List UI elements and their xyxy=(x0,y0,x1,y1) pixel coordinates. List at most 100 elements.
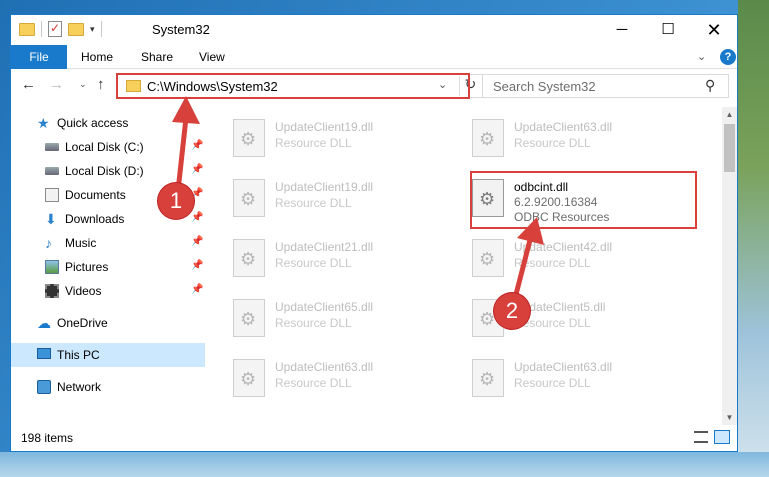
quick-access-toolbar: ▾ xyxy=(19,21,102,37)
sidebar-item-local-disk-d[interactable]: Local Disk (D:) 📌 xyxy=(11,159,205,183)
file-name: UpdateClient19.dll xyxy=(275,180,374,194)
sidebar-item-label: Quick access xyxy=(57,116,129,130)
sidebar-item-label: Documents xyxy=(65,188,126,202)
help-icon[interactable]: ? xyxy=(720,49,736,65)
title-bar: ▾ System32 ─ ☐ ✕ xyxy=(11,15,737,45)
status-bar: 198 items xyxy=(11,425,737,451)
pin-icon[interactable]: 📌 xyxy=(191,236,203,247)
up-button[interactable]: ↑ xyxy=(97,76,105,93)
documents-icon xyxy=(45,188,59,202)
dll-file-icon xyxy=(233,239,265,277)
tab-home[interactable]: Home xyxy=(81,45,113,69)
step-1-callout: 1 xyxy=(158,183,194,219)
recent-locations-chevron-icon[interactable]: ⌄ xyxy=(79,79,87,90)
search-box[interactable]: Search System32 ⚲ xyxy=(482,74,729,98)
close-button[interactable]: ✕ xyxy=(691,15,737,45)
tab-file[interactable]: File xyxy=(11,45,67,69)
toolbar-divider xyxy=(100,21,102,37)
file-item[interactable]: UpdateClient63.dll Resource DLL xyxy=(464,353,684,403)
dll-file-icon xyxy=(233,179,265,217)
videos-icon xyxy=(45,284,59,298)
file-item[interactable]: UpdateClient19.dll Resource DLL xyxy=(225,113,445,163)
download-icon: ⬇ xyxy=(45,211,57,227)
file-type: Resource DLL xyxy=(275,136,352,150)
maximize-button[interactable]: ☐ xyxy=(645,15,691,45)
sidebar-item-network[interactable]: Network xyxy=(11,375,205,399)
file-item[interactable]: UpdateClient19.dll Resource DLL xyxy=(225,173,445,223)
sidebar-item-label: Videos xyxy=(65,284,102,298)
sidebar-item-label: Music xyxy=(65,236,97,250)
file-type: Resource DLL xyxy=(275,376,352,390)
file-item[interactable]: UpdateClient65.dll Resource DLL xyxy=(225,293,445,343)
file-type: Resource DLL xyxy=(275,316,352,330)
navigation-pane: ★ Quick access Local Disk (C:) 📌 Local D… xyxy=(11,107,208,425)
dll-file-icon xyxy=(472,359,504,397)
file-name: UpdateClient63.dll xyxy=(514,360,613,374)
file-name: UpdateClient42.dll xyxy=(514,240,613,254)
sidebar-item-onedrive[interactable]: ☁ OneDrive xyxy=(11,311,205,335)
search-icon[interactable]: ⚲ xyxy=(705,77,715,94)
pin-icon[interactable]: 📌 xyxy=(191,212,203,223)
sidebar-item-label: Downloads xyxy=(65,212,125,226)
tab-view[interactable]: View xyxy=(199,45,225,69)
file-highlight-box xyxy=(470,171,697,229)
file-name: UpdateClient65.dll xyxy=(275,300,374,314)
dll-file-icon xyxy=(472,119,504,157)
minimize-button[interactable]: ─ xyxy=(599,15,645,45)
tab-share[interactable]: Share xyxy=(141,45,173,69)
ribbon-tabs: File Home Share View ⌄ ? xyxy=(11,45,737,69)
pin-icon[interactable]: 📌 xyxy=(191,284,203,295)
computer-icon xyxy=(37,348,51,359)
network-icon xyxy=(37,380,51,394)
file-type: Resource DLL xyxy=(514,256,591,270)
expand-ribbon-chevron-icon[interactable]: ⌄ xyxy=(697,50,706,63)
file-name: UpdateClient21.dll xyxy=(275,240,374,254)
dll-file-icon xyxy=(233,119,265,157)
star-icon: ★ xyxy=(37,115,50,131)
sidebar-item-music[interactable]: ♪ Music 📌 xyxy=(11,231,205,255)
search-input[interactable]: Search System32 xyxy=(493,79,596,94)
vertical-scrollbar[interactable]: ▲ ▼ xyxy=(722,107,737,425)
sidebar-item-label: OneDrive xyxy=(57,316,108,330)
file-list: UpdateClient19.dll Resource DLL UpdateCl… xyxy=(208,107,722,425)
pictures-icon xyxy=(45,260,59,274)
sidebar-item-local-disk-c[interactable]: Local Disk (C:) 📌 xyxy=(11,135,205,159)
file-name: UpdateClient19.dll xyxy=(275,120,374,134)
pin-icon[interactable]: 📌 xyxy=(191,260,203,271)
new-folder-icon[interactable] xyxy=(68,22,84,36)
details-view-icon[interactable] xyxy=(694,431,708,443)
properties-icon[interactable] xyxy=(48,21,62,37)
desktop-background-bottom xyxy=(0,452,769,477)
dll-file-icon xyxy=(233,359,265,397)
file-explorer-window: ▾ System32 ─ ☐ ✕ File Home Share View ⌄ … xyxy=(10,14,738,452)
sidebar-item-videos[interactable]: Videos 📌 xyxy=(11,279,205,303)
drive-icon xyxy=(45,167,59,175)
file-type: Resource DLL xyxy=(275,196,352,210)
file-item[interactable]: UpdateClient42.dll Resource DLL xyxy=(464,233,684,283)
scroll-up-arrow-icon[interactable]: ▲ xyxy=(722,107,737,122)
music-icon: ♪ xyxy=(45,235,52,251)
drive-icon xyxy=(45,143,59,151)
sidebar-item-pictures[interactable]: Pictures 📌 xyxy=(11,255,205,279)
scroll-down-arrow-icon[interactable]: ▼ xyxy=(722,410,737,425)
desktop-background xyxy=(738,0,769,477)
sidebar-item-this-pc[interactable]: This PC xyxy=(11,343,205,367)
file-item[interactable]: UpdateClient21.dll Resource DLL xyxy=(225,233,445,283)
sidebar-item-quick-access[interactable]: ★ Quick access xyxy=(11,111,205,135)
back-button[interactable]: ← xyxy=(21,76,36,93)
scrollbar-thumb[interactable] xyxy=(724,124,735,172)
file-item[interactable]: UpdateClient63.dll Resource DLL xyxy=(464,113,684,163)
pin-icon[interactable]: 📌 xyxy=(191,140,203,151)
file-type: Resource DLL xyxy=(275,256,352,270)
navigation-bar: ← → ⌄ ↑ C:\Windows\System32 ⌄ ↻ Search S… xyxy=(11,70,737,102)
window-title: System32 xyxy=(152,22,210,37)
tiles-view-icon[interactable] xyxy=(714,430,730,444)
file-name: UpdateClient63.dll xyxy=(275,360,374,374)
forward-button[interactable]: → xyxy=(49,76,64,93)
pin-icon[interactable]: 📌 xyxy=(191,164,203,175)
customize-toolbar-chevron-icon[interactable]: ▾ xyxy=(90,24,95,35)
file-item[interactable]: UpdateClient63.dll Resource DLL xyxy=(225,353,445,403)
sidebar-item-label: Local Disk (D:) xyxy=(65,164,144,178)
folder-icon[interactable] xyxy=(19,22,35,36)
file-type: Resource DLL xyxy=(514,376,591,390)
